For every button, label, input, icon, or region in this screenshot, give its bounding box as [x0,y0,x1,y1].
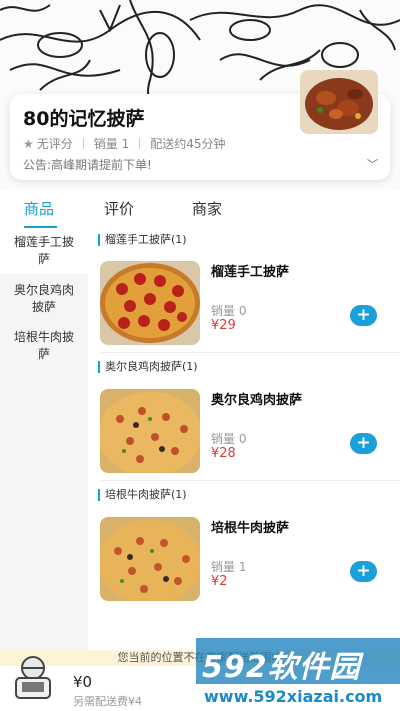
product-item[interactable]: 榴莲手工披萨 销量 0 ¥29 + [100,261,390,351]
watermark-logo: 592软件园 [202,650,361,685]
chevron-down-icon[interactable]: ﹀ [367,156,378,172]
section-header: 培根牛肉披萨(1) [98,489,187,501]
shop-delivery-time: 配送约45分钟 [150,137,226,151]
watermark-url: www.592xiazai.com [204,687,383,706]
add-to-cart-button[interactable]: + [350,305,377,326]
tab-products[interactable]: 商品 [24,198,54,219]
watermark: 592软件园 www.592xiazai.com [196,638,400,711]
product-sales: 销量 1 [211,560,247,574]
cart-total: ¥0 [73,673,93,691]
cart-icon[interactable] [10,652,56,702]
product-image [100,517,200,601]
category-sidebar: 榴莲手工披萨 奥尔良鸡肉披萨 培根牛肉披萨 [0,228,88,650]
product-price: ¥2 [211,574,228,589]
product-item[interactable]: 奥尔良鸡肉披萨 销量 0 ¥28 + [100,389,390,479]
product-price: ¥29 [211,318,236,333]
delivery-fee: 另需配送费¥4 [73,695,142,708]
divider [100,480,400,481]
tab-merchant[interactable]: 商家 [192,198,222,219]
product-name: 榴莲手工披萨 [211,265,290,280]
product-list: 榴莲手工披萨(1) 榴莲手工披萨 销量 0 ¥29 + 奥尔良鸡肉披萨(1) 奥… [88,228,400,650]
product-price: ¥28 [211,446,236,461]
add-to-cart-button[interactable]: + [350,561,377,582]
star-icon: ★ [23,136,34,151]
product-item[interactable]: 培根牛肉披萨 销量 1 ¥2 + [100,517,390,607]
category-item-durian[interactable]: 榴莲手工披萨 [0,228,88,274]
product-name: 奥尔良鸡肉披萨 [211,393,303,408]
divider [100,352,400,353]
section-header: 榴莲手工披萨(1) [98,234,187,246]
product-image [100,261,200,345]
product-image [100,389,200,473]
product-name: 培根牛肉披萨 [211,521,290,536]
category-item-orleans-chicken[interactable]: 奥尔良鸡肉披萨 [0,282,88,322]
shop-notice: 公告:高峰期请提前下单! [23,158,152,172]
divider [139,138,141,149]
divider [82,138,84,149]
tab-bar: 商品 评价 商家 [0,190,400,228]
shop-sales: 销量 1 [93,137,130,151]
shop-meta: ★ 无评分 销量 1 配送约45分钟 [23,135,226,152]
section-header: 奥尔良鸡肉披萨(1) [98,361,198,373]
tab-reviews[interactable]: 评价 [104,198,134,219]
shop-photo [300,70,378,134]
add-to-cart-button[interactable]: + [350,433,377,454]
category-item-bacon-beef[interactable]: 培根牛肉披萨 [0,329,88,369]
product-sales: 销量 0 [211,432,247,446]
shop-rating: 无评分 [36,137,73,151]
product-sales: 销量 0 [211,304,247,318]
shop-name: 80的记忆披萨 [23,108,145,130]
